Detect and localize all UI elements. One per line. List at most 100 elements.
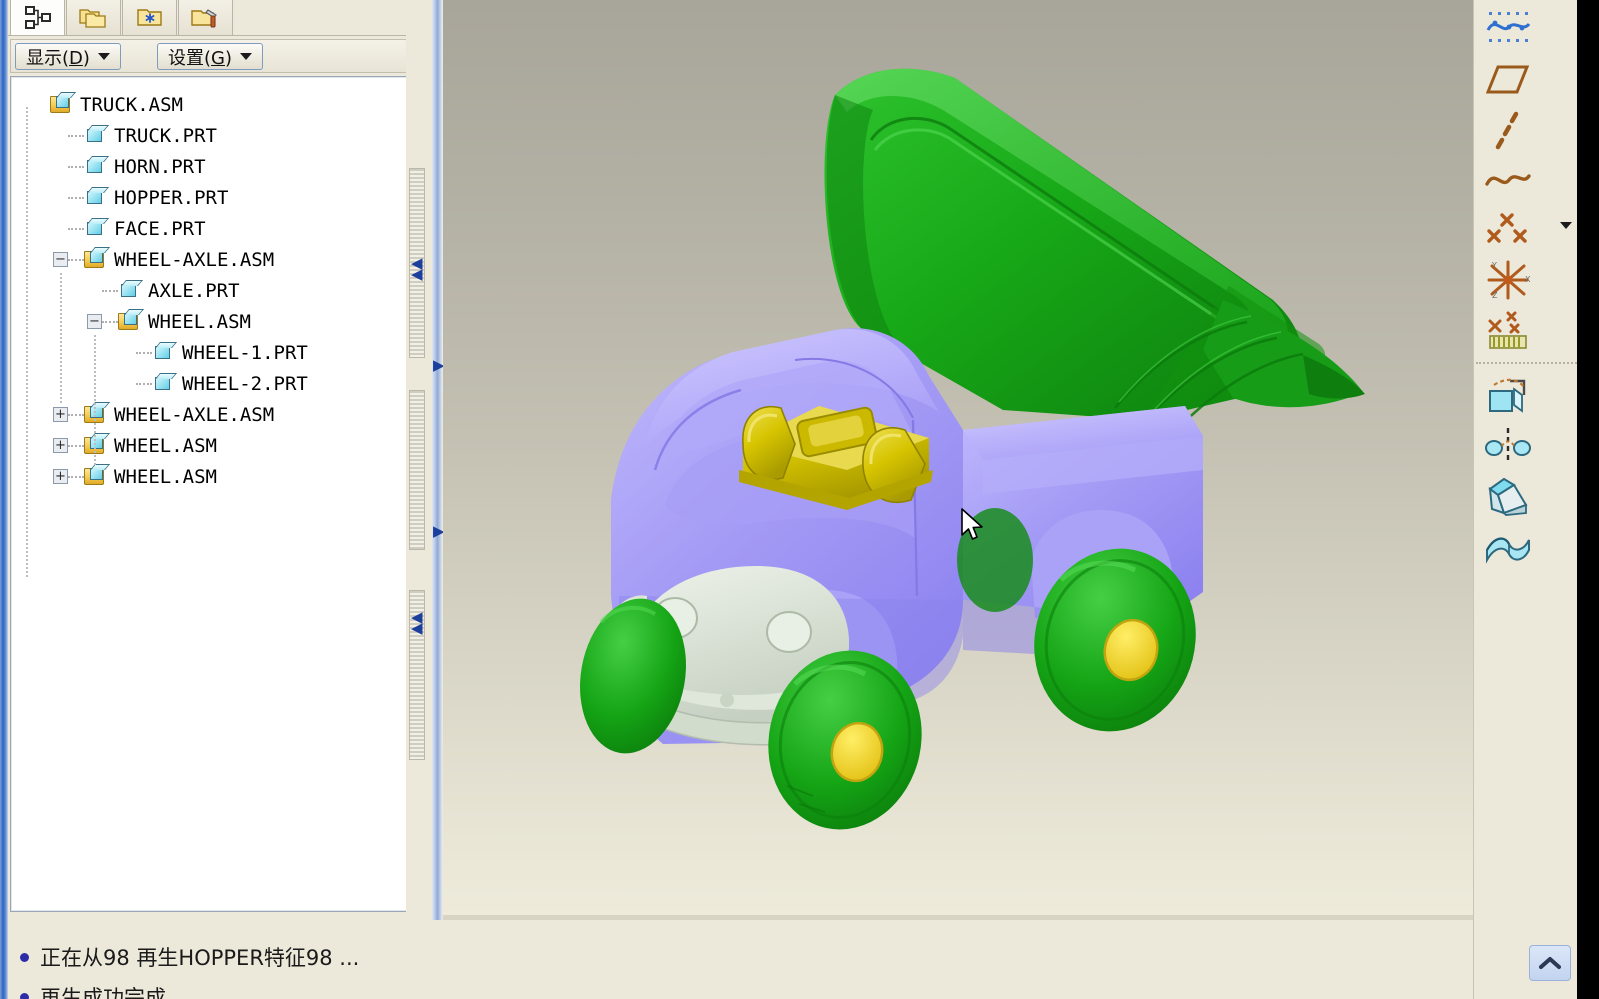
panel-button-row: 显示(D) 设置(G) <box>10 39 429 73</box>
tree-connector <box>102 289 118 292</box>
tree-item-hopper-prt[interactable]: HOPPER.PRT <box>19 182 428 213</box>
tree-connector <box>68 196 84 199</box>
tree-item-truck-asm[interactable]: TRUCK.ASM <box>19 89 428 120</box>
copy-transform-tool[interactable] <box>1482 370 1534 422</box>
tree-item-label: WHEEL.ASM <box>114 465 217 488</box>
model-tree-tab[interactable] <box>10 0 65 36</box>
tree-item-wheel-asm[interactable]: + WHEEL.ASM <box>19 430 428 461</box>
part-icon <box>118 280 141 301</box>
cube-shape <box>155 346 170 359</box>
tree-expander-spacer <box>53 190 68 205</box>
tree-item-wheel-1-prt[interactable]: WHEEL-1.PRT <box>19 337 428 368</box>
tree-item-horn-prt[interactable]: HORN.PRT <box>19 151 428 182</box>
tree-expand-icon[interactable]: + <box>53 407 68 422</box>
tree-guide-line-0 <box>26 107 28 577</box>
tree-item-face-prt[interactable]: FACE.PRT <box>19 213 428 244</box>
tree-item-label: HORN.PRT <box>114 155 206 178</box>
tree-item-axle-prt[interactable]: AXLE.PRT <box>19 275 428 306</box>
tree-expander-spacer <box>53 221 68 236</box>
point-array-tool[interactable] <box>1482 304 1534 356</box>
cube-shape <box>87 191 102 204</box>
folder-favorites-tab[interactable] <box>122 0 177 36</box>
tree-collapse-icon[interactable]: − <box>53 252 68 267</box>
tree-connector <box>68 134 84 137</box>
cube-shape <box>87 222 102 235</box>
folder-tools-icon <box>190 9 217 28</box>
tree-expander-spacer <box>121 345 136 360</box>
show-dropdown-button[interactable]: 显示(D) <box>15 43 121 70</box>
cube-shape <box>90 468 103 480</box>
chevron-down-icon[interactable] <box>1560 222 1572 229</box>
3d-viewport[interactable] <box>443 0 1473 915</box>
mirror-icon <box>1485 428 1531 464</box>
folder-tools-tab[interactable] <box>178 0 233 36</box>
collapse-left-arrow-icon[interactable]: ◀ ◀ <box>411 256 423 282</box>
right-edge-black-rail <box>1577 0 1599 999</box>
cube-shape <box>90 437 103 449</box>
tree-item-wheel-asm[interactable]: − WHEEL.ASM <box>19 306 428 337</box>
datum-axis-tool[interactable] <box>1482 104 1534 156</box>
tree-item-wheel-axle-asm[interactable]: − WHEEL-AXLE.ASM <box>19 244 428 275</box>
tree-expander-spacer <box>53 159 68 174</box>
part-icon <box>152 342 175 363</box>
tree-expand-icon[interactable]: + <box>53 438 68 453</box>
settings-button-label: 设置(G) <box>168 47 233 69</box>
assembly-icon <box>50 94 73 115</box>
assembly-icon <box>84 249 107 270</box>
cube-shape <box>87 160 102 173</box>
tree-item-wheel-2-prt[interactable]: WHEEL-2.PRT <box>19 368 428 399</box>
toolbar-separator <box>1476 362 1588 364</box>
extrude-surface-tool[interactable] <box>1482 470 1534 522</box>
tree-expand-icon[interactable]: + <box>53 469 68 484</box>
tree-connector <box>68 258 84 261</box>
tree-expander-spacer <box>121 376 136 391</box>
assembly-icon <box>84 466 107 487</box>
part-icon <box>84 125 107 146</box>
tree-item-label: TRUCK.ASM <box>80 93 183 116</box>
wheel-rear-left <box>957 508 1033 612</box>
tree-guide-line-2 <box>94 335 96 465</box>
cube-shape <box>155 377 170 390</box>
tree-item-wheel-asm[interactable]: + WHEEL.ASM <box>19 461 428 492</box>
toy-truck-model <box>580 68 1365 830</box>
panel-splitter[interactable]: ◀ ◀ ▶ ▶ ◀ ◀ <box>406 0 445 920</box>
tree-collapse-icon[interactable]: − <box>87 314 102 329</box>
toolbar-scroll-up-button[interactable] <box>1529 945 1571 981</box>
splitter-grip-mid[interactable] <box>409 390 425 550</box>
coordinate-system-tool[interactable]: Y X Z <box>1482 254 1534 306</box>
datum-point-tool[interactable] <box>1482 204 1534 256</box>
tree-item-label: HOPPER.PRT <box>114 186 229 209</box>
chevron-down-icon <box>240 53 253 60</box>
tree-item-label: WHEEL-1.PRT <box>182 341 308 364</box>
tree-item-truck-prt[interactable]: TRUCK.PRT <box>19 120 428 151</box>
folder-stack-icon <box>78 9 106 28</box>
model-tree-icon <box>24 6 51 29</box>
tree-item-label: WHEEL-AXLE.ASM <box>114 248 275 271</box>
tree-item-wheel-axle-asm[interactable]: + WHEEL-AXLE.ASM <box>19 399 428 430</box>
collapse-left-arrow-icon-2[interactable]: ◀ ◀ <box>411 610 423 636</box>
sketch-spline-tool[interactable] <box>1482 2 1534 54</box>
mirror-tool[interactable] <box>1482 420 1534 472</box>
cube-shape <box>90 406 103 418</box>
boundary-blend-tool[interactable] <box>1482 520 1534 572</box>
bullet-icon <box>20 952 29 962</box>
datum-curve-tool[interactable] <box>1482 154 1534 206</box>
tree-connector <box>68 413 84 416</box>
tree-item-label: WHEEL-AXLE.ASM <box>114 403 275 426</box>
tree-connector <box>68 165 84 168</box>
extrude-surface-icon <box>1488 477 1528 516</box>
part-icon <box>84 218 107 239</box>
assembly-icon <box>118 311 141 332</box>
tab-strip-underline <box>8 35 431 36</box>
left-edge-rail <box>0 0 8 999</box>
cube-shape <box>121 284 136 297</box>
points-icon <box>1487 213 1527 243</box>
tree-expander-spacer <box>53 128 68 143</box>
datum-plane-tool[interactable] <box>1482 54 1534 106</box>
tree-connector <box>68 475 84 478</box>
part-icon <box>84 156 107 177</box>
tree-item-label: WHEEL-2.PRT <box>182 372 308 395</box>
folder-stack-tab[interactable] <box>66 0 121 36</box>
model-tree-container[interactable]: TRUCK.ASM TRUCK.PRT HORN.PRT HOPPER.PRT FACE… <box>10 76 429 912</box>
settings-dropdown-button[interactable]: 设置(G) <box>157 43 264 70</box>
